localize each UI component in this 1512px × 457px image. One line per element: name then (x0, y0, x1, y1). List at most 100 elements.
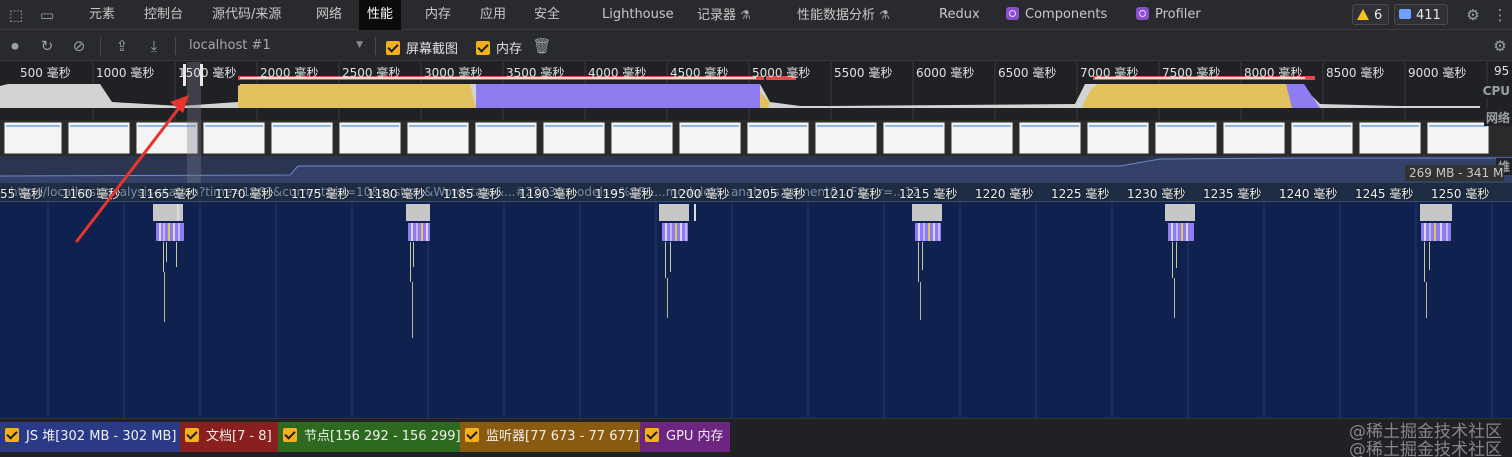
timeline-overview[interactable]: 500 毫秒 1000 毫秒 1500 毫秒 2000 毫秒 2500 毫秒 3… (0, 62, 1512, 183)
ruler-tick: 1235 毫秒 (1203, 187, 1262, 201)
task-cluster (1420, 204, 1452, 318)
messages-count: 411 (1416, 8, 1441, 23)
tab-lighthouse[interactable]: Lighthouse (602, 0, 674, 30)
tab-performance[interactable]: 性能 (359, 0, 402, 30)
settings-gear-icon[interactable]: ⚙ (1463, 5, 1483, 25)
watermark: @稀土掘金技术社区 (1349, 440, 1502, 457)
checkbox-icon (5, 428, 19, 442)
ruler-tick: 1180 毫秒 (367, 187, 426, 201)
counter-label: GPU 内存 (666, 429, 724, 444)
ruler-tick: 1205 毫秒 (747, 187, 806, 201)
ruler-tick: 1195 毫秒 (595, 187, 654, 201)
ruler-tick: 1215 毫秒 (899, 187, 958, 201)
tab-components-label: Components (1025, 7, 1108, 22)
profile-select[interactable]: localhost #1 ▼ (181, 35, 371, 56)
overview-tick: 4000 毫秒 (588, 66, 647, 80)
experimental-flask-icon: ⚗ (740, 8, 751, 22)
tab-recorder[interactable]: 记录器 ⚗ (697, 0, 751, 30)
checkbox-icon (645, 428, 659, 442)
counter-label: 监听器[77 673 - 77 677] (486, 429, 640, 444)
screenshots-checkbox[interactable]: 屏幕截图 (386, 38, 458, 57)
message-icon (1399, 9, 1411, 19)
tab-redux[interactable]: Redux (939, 0, 980, 30)
counter-nodes[interactable]: 节点[156 292 - 156 299] (278, 422, 467, 452)
checkbox-icon (476, 41, 490, 55)
tab-performance-insights-label: 性能数据分析 (797, 8, 876, 23)
counter-js-heap[interactable]: JS 堆[302 MB - 302 MB] (0, 422, 183, 452)
counter-gpu-memory[interactable]: GPU 内存 (640, 422, 730, 452)
tab-profiler[interactable]: Profiler (1136, 0, 1201, 30)
separator (375, 37, 376, 55)
ruler-tick: 1245 毫秒 (1355, 187, 1414, 201)
flame-chart-svg (47, 202, 1493, 418)
overview-tick: 500 毫秒 (20, 66, 71, 80)
ruler-tick: 1230 毫秒 (1127, 187, 1186, 201)
overview-tick: 2000 毫秒 (260, 66, 319, 80)
ruler-tick: 1225 毫秒 (1051, 187, 1110, 201)
chevron-down-icon: ▼ (356, 40, 363, 50)
clear-icon[interactable]: ⊘ (69, 36, 89, 56)
inspect-element-icon[interactable]: ⬚ (6, 5, 26, 25)
task-cluster (912, 204, 942, 320)
ruler-tick: 1250 毫秒 (1431, 187, 1490, 201)
overview-tick: 7000 毫秒 (1080, 66, 1139, 80)
capture-settings-gear-icon[interactable]: ⚙ (1490, 36, 1510, 56)
task-cluster (659, 204, 696, 318)
overview-tick: 5000 毫秒 (752, 66, 811, 80)
overview-tick: 2500 毫秒 (342, 66, 401, 80)
tab-security[interactable]: 安全 (534, 0, 560, 30)
counter-listeners[interactable]: 监听器[77 673 - 77 677] (460, 422, 646, 452)
task-cluster (406, 204, 430, 338)
profile-select-value: localhost #1 (189, 38, 271, 53)
ruler-tick: 1190 毫秒 (519, 187, 578, 201)
task-cluster (1165, 204, 1195, 318)
tab-profiler-label: Profiler (1155, 7, 1201, 22)
separator (175, 37, 176, 55)
warning-icon (1357, 9, 1369, 20)
record-icon[interactable]: ⏺ (5, 36, 25, 56)
overview-tick: 5500 毫秒 (834, 66, 893, 80)
memory-checkbox[interactable]: 内存 (476, 38, 522, 57)
more-options-icon[interactable]: ⋮ (1490, 5, 1510, 25)
main-flame-chart[interactable] (0, 202, 1512, 418)
ruler-tick: 1200 毫秒 (671, 187, 730, 201)
main-time-ruler: http://localhost/analysis-station?time=1… (0, 183, 1512, 202)
heap-range-label: 269 MB - 341 MB (1405, 165, 1504, 181)
tab-network[interactable]: 网络 (316, 0, 342, 30)
network-track-label: 网络 (1483, 109, 1512, 126)
warnings-count: 6 (1374, 8, 1383, 23)
tab-console[interactable]: 控制台 (144, 0, 183, 30)
experimental-flask-icon: ⚗ (879, 8, 890, 22)
devtools-tab-bar: ⬚ ▭ 元素 控制台 源代码/来源 网络 性能 内存 应用 安全 Lightho… (0, 0, 1512, 30)
tab-elements[interactable]: 元素 (89, 0, 115, 30)
save-profile-icon[interactable]: ⤓ (144, 36, 164, 56)
overview-tick: 1000 毫秒 (96, 66, 155, 80)
tab-performance-insights[interactable]: 性能数据分析 ⚗ (797, 0, 890, 30)
tab-recorder-label: 记录器 (697, 8, 737, 23)
overview-tick: 4500 毫秒 (670, 66, 729, 80)
screenshot-filmstrip (0, 120, 1512, 156)
messages-badge[interactable]: 411 (1394, 4, 1448, 25)
counter-label: 文档[7 - 8] (206, 429, 272, 444)
tab-application[interactable]: 应用 (480, 0, 506, 30)
tab-components[interactable]: Components (1006, 0, 1107, 30)
reload-record-icon[interactable]: ↻ (37, 36, 57, 56)
overview-tick: 8000 毫秒 (1244, 66, 1303, 80)
trash-icon[interactable]: 🗑 (532, 36, 552, 56)
performance-toolbar: ⏺ ↻ ⊘ ⇪ ⤓ localhost #1 ▼ 屏幕截图 内存 🗑 ⚙ (0, 30, 1512, 61)
overview-tick: 7500 毫秒 (1162, 66, 1221, 80)
warnings-badge[interactable]: 6 (1352, 4, 1390, 25)
memory-counters-legend: JS 堆[302 MB - 302 MB] 文档[7 - 8] 节点[156 2… (0, 418, 1512, 457)
checkbox-icon (185, 428, 199, 442)
counter-documents[interactable]: 文档[7 - 8] (180, 422, 278, 452)
ruler-tick: 1185 毫秒 (443, 187, 502, 201)
ruler-tick: 1170 毫秒 (215, 187, 274, 201)
ruler-tick: 1165 毫秒 (139, 187, 198, 201)
tab-memory[interactable]: 内存 (425, 0, 451, 30)
device-toolbar-icon[interactable]: ▭ (37, 5, 57, 25)
screenshots-label: 屏幕截图 (406, 42, 459, 57)
load-profile-icon[interactable]: ⇪ (112, 36, 132, 56)
tab-sources[interactable]: 源代码/来源 (212, 0, 281, 30)
ruler-tick: 55 毫秒 (0, 187, 44, 201)
overview-tick: 6000 毫秒 (916, 66, 975, 80)
